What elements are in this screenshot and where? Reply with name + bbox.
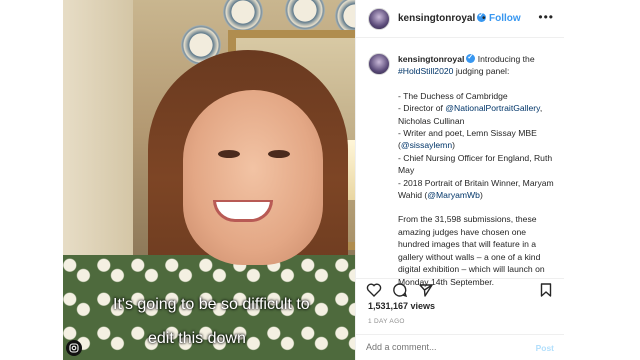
avatar[interactable] <box>368 53 390 75</box>
caption-intro-tail: judging panel: <box>455 66 510 77</box>
panel-item-prefix: - Chief Nursing Officer for England, Rut… <box>398 152 553 176</box>
panel-item: - The Duchess of Cambridge <box>398 90 558 102</box>
follow-button[interactable]: Follow <box>489 13 521 24</box>
comment-bar: Post <box>356 334 564 360</box>
decorative-plate <box>223 0 263 32</box>
comment-icon[interactable] <box>392 282 408 298</box>
post-caption: kensingtonroyal Introducing the #HoldSti… <box>398 52 558 288</box>
action-bar <box>356 278 564 298</box>
video-caption-line: edit this down <box>148 330 246 347</box>
timestamp[interactable]: 1 DAY AGO <box>368 318 405 325</box>
instagram-icon[interactable] <box>66 340 82 356</box>
panel-item-suffix: ) <box>479 190 483 201</box>
caption-intro: Introducing the <box>477 54 535 64</box>
panel-item-prefix: - Director of <box>398 103 446 114</box>
avatar[interactable] <box>368 8 390 30</box>
panel-item: - Writer and poet, Lemn Sissay MBE (@sis… <box>398 127 558 152</box>
more-icon[interactable]: ••• <box>538 10 554 24</box>
separator-dot: • <box>482 13 486 24</box>
post-header: kensingtonroyal • Follow ••• <box>356 0 564 38</box>
video-caption-line: It's going to be so difficult to <box>113 296 310 313</box>
eye <box>268 150 290 158</box>
video-player[interactable]: It's going to be so difficult to edit th… <box>63 0 355 360</box>
post-comment-button[interactable]: Post <box>536 343 554 353</box>
post-body: kensingtonroyal Introducing the #HoldSti… <box>356 38 564 287</box>
panel-item: - Chief Nursing Officer for England, Rut… <box>398 152 558 177</box>
mention-link[interactable]: @sissaylemn <box>401 140 452 150</box>
mention-link[interactable]: @MaryamWb <box>427 190 480 200</box>
decorative-plate <box>285 0 325 30</box>
comment-input[interactable] <box>366 342 516 352</box>
bookmark-icon[interactable] <box>538 282 554 298</box>
caption-username[interactable]: kensingtonroyal <box>398 54 464 64</box>
panel-item-suffix: ) <box>452 140 455 151</box>
panel-item-text: The Duchess of Cambridge <box>403 90 508 101</box>
caption-closing: From the 31,598 submissions, these amazi… <box>398 214 545 287</box>
face <box>183 90 323 265</box>
heart-icon[interactable] <box>366 282 382 298</box>
verified-icon <box>466 52 476 64</box>
instagram-post-embed: It's going to be so difficult to edit th… <box>0 0 640 360</box>
view-count[interactable]: 1,531,167 views <box>368 301 435 311</box>
header-username[interactable]: kensingtonroyal <box>398 11 487 24</box>
mention-link[interactable]: @NationalPortraitGallery <box>445 103 540 113</box>
eye <box>218 150 240 158</box>
panel-item: - Director of @NationalPortraitGallery, … <box>398 102 558 127</box>
post-panel: kensingtonroyal • Follow ••• kensingtonr… <box>355 0 564 360</box>
username-text[interactable]: kensingtonroyal <box>398 13 475 24</box>
hashtag-link[interactable]: #HoldStill2020 <box>398 66 453 76</box>
panel-item: - 2018 Portrait of Britain Winner, Marya… <box>398 177 558 202</box>
share-icon[interactable] <box>418 282 434 298</box>
